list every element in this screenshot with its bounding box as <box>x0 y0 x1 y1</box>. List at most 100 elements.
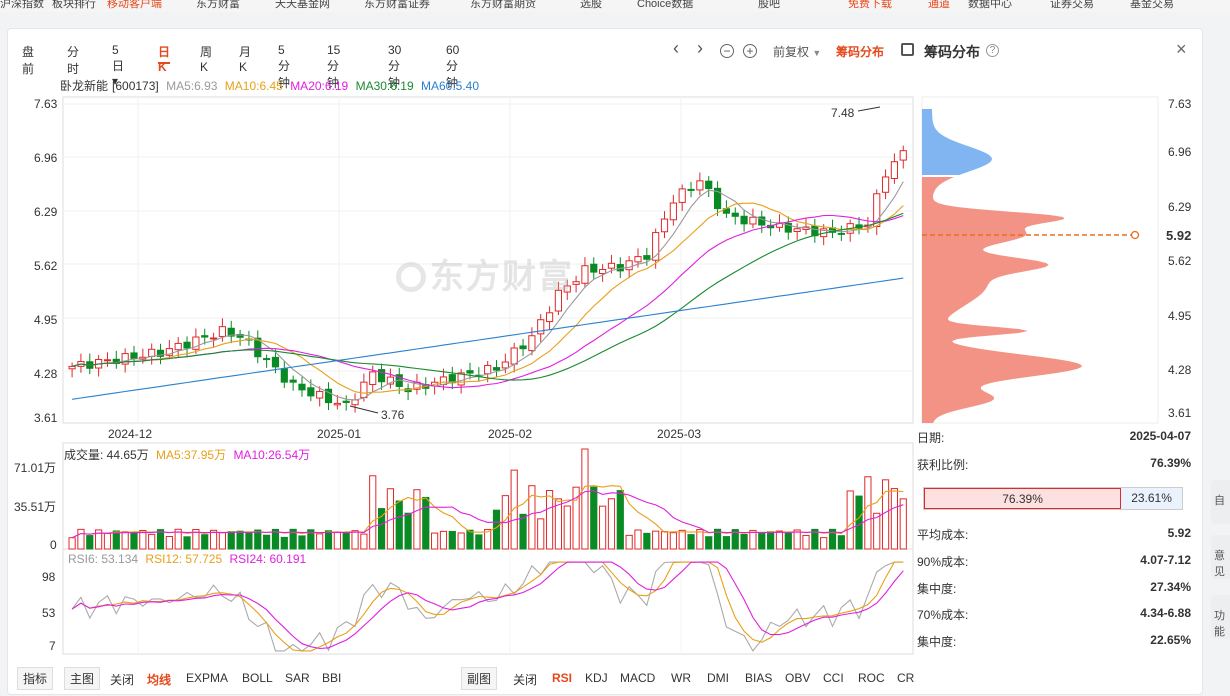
main-indicator-tab[interactable]: 均线 <box>147 671 171 688</box>
sub-indicator-tab[interactable]: MACD <box>620 671 655 685</box>
volume-bar <box>457 532 465 550</box>
candle-body <box>271 356 280 368</box>
cost70: 4.34-6.88 <box>1140 606 1191 620</box>
profit-ratio: 76.39% <box>1150 456 1191 470</box>
profit-ratio-row: 获利比例: 76.39% <box>917 456 1191 472</box>
candle-body <box>607 262 616 269</box>
sub-indicator-tab[interactable]: RSI <box>552 671 572 685</box>
volume-bar <box>678 529 686 550</box>
sub-indicator-tab[interactable]: BIAS <box>745 671 772 685</box>
top-nav-item[interactable]: Choice数据 <box>637 0 693 11</box>
rsi12-value: RSI12: 57.725 <box>145 552 223 566</box>
date-tick: 2025-02 <box>488 427 533 441</box>
volume-bar <box>510 469 518 550</box>
top-nav-item[interactable]: 东方财富证券 <box>364 0 430 11</box>
top-nav-item[interactable]: 免费下载 <box>848 0 892 11</box>
candle-body <box>289 379 297 383</box>
volume-bar <box>846 490 854 550</box>
rsi6-line <box>71 561 904 652</box>
candle-body <box>218 326 227 337</box>
volume-bar <box>121 531 129 550</box>
candle-body <box>687 188 695 191</box>
main-indicator-tab[interactable]: BOLL <box>242 671 273 685</box>
volume-bar <box>165 535 173 550</box>
top-nav-item[interactable]: 东方财富期货 <box>470 0 536 11</box>
chip-date: 2025-04-07 <box>1129 429 1191 443</box>
top-nav-item[interactable]: 移动客户端 <box>107 0 162 11</box>
candle-body <box>581 265 589 284</box>
volume-bar <box>899 498 907 550</box>
main-indicator-tab[interactable]: 主图 <box>64 667 101 690</box>
candle-body <box>484 364 492 375</box>
rsi-axis-bottom: 7 <box>49 639 56 653</box>
side-button-function[interactable]: 功能 <box>1211 595 1230 639</box>
volume-bar <box>802 534 810 550</box>
top-nav-item[interactable]: 选股 <box>580 0 602 11</box>
top-nav: 沪深指数 板块排行 移动客户端 东方财富 天天基金网 东方财富证券 东方财富期货 选股 Choi… <box>0 0 1230 12</box>
main-indicator-tab[interactable]: EXPMA <box>186 671 228 685</box>
rsi-axis-top: 98 <box>42 570 56 584</box>
sub-indicator-tab[interactable]: OBV <box>785 671 810 685</box>
main-indicator-tab[interactable]: SAR <box>285 671 310 685</box>
sub-indicator-tab[interactable]: KDJ <box>585 671 608 685</box>
side-button-self[interactable]: 自 <box>1211 480 1230 524</box>
candle-body <box>201 335 209 338</box>
volume-bar <box>616 490 624 550</box>
top-nav-item[interactable]: 沪深指数 <box>0 0 44 11</box>
main-indicator-tab[interactable]: 关闭 <box>110 671 134 688</box>
volume-bar <box>103 533 112 550</box>
sub-indicator-tab[interactable]: CCI <box>823 671 844 685</box>
volume-bar <box>855 495 863 550</box>
candle-body <box>660 218 669 233</box>
top-nav-item[interactable]: 东方财富 <box>196 0 240 11</box>
rsi24-value: RSI24: 60.191 <box>229 552 307 566</box>
volume-bar <box>890 488 899 550</box>
candle-body <box>342 400 350 403</box>
candle-body <box>466 370 474 374</box>
main-indicator-tab[interactable]: 指标 <box>17 667 54 690</box>
candle-body <box>351 399 359 406</box>
candle-body <box>263 358 271 361</box>
top-nav-item[interactable]: 通道 <box>928 0 950 11</box>
volume-bar <box>687 534 695 550</box>
sub-indicator-tab[interactable]: 副图 <box>461 667 498 690</box>
volume-bar <box>652 530 660 550</box>
candle-body <box>705 180 713 190</box>
sub-indicator-tab[interactable]: WR <box>671 671 691 685</box>
candle-body <box>696 180 704 191</box>
high-annotation: 7.48 <box>831 106 855 120</box>
top-nav-item[interactable]: 股吧 <box>758 0 780 11</box>
top-nav-item[interactable]: 基金交易 <box>1130 0 1174 11</box>
date-tick: 2024-12 <box>108 427 153 441</box>
main-indicator-tab[interactable]: BBI <box>322 671 341 685</box>
main-indicator-tabs: 指标 主图 关闭 均线 EXPMA BOLL SAR BBI <box>14 667 344 691</box>
volume-bar <box>881 479 890 550</box>
volume-bar <box>68 537 76 550</box>
candle-body <box>307 387 315 397</box>
volume-bar <box>740 533 748 550</box>
candle-body <box>103 359 112 362</box>
volume-bar <box>342 531 350 550</box>
volume-bar <box>236 530 244 550</box>
candle-body <box>590 263 598 273</box>
sub-indicator-tab[interactable]: DMI <box>707 671 729 685</box>
side-button-feedback[interactable]: 意见 <box>1211 535 1230 579</box>
candle-body <box>492 367 501 371</box>
conc70: 22.65% <box>1150 633 1191 647</box>
volume-bar <box>519 513 527 550</box>
sub-indicator-tab[interactable]: CR <box>897 671 914 685</box>
volume-bar <box>351 530 359 550</box>
volume-bar <box>545 490 554 550</box>
sub-indicator-tab[interactable]: ROC <box>858 671 885 685</box>
candle-body <box>528 335 536 352</box>
top-nav-item[interactable]: 板块排行 <box>52 0 96 11</box>
high-arrow <box>857 106 881 112</box>
rsi6-value: RSI6: 53.134 <box>68 552 139 566</box>
top-nav-item[interactable]: 天天基金网 <box>275 0 330 11</box>
top-nav-item[interactable]: 数据中心 <box>968 0 1012 11</box>
chip-distribution <box>922 109 1082 423</box>
top-nav-item[interactable]: 证券交易 <box>1050 0 1094 11</box>
volume-bar <box>333 531 341 550</box>
sub-indicator-tab[interactable]: 关闭 <box>513 671 537 688</box>
volume-axis-zero: 0 <box>50 538 57 552</box>
